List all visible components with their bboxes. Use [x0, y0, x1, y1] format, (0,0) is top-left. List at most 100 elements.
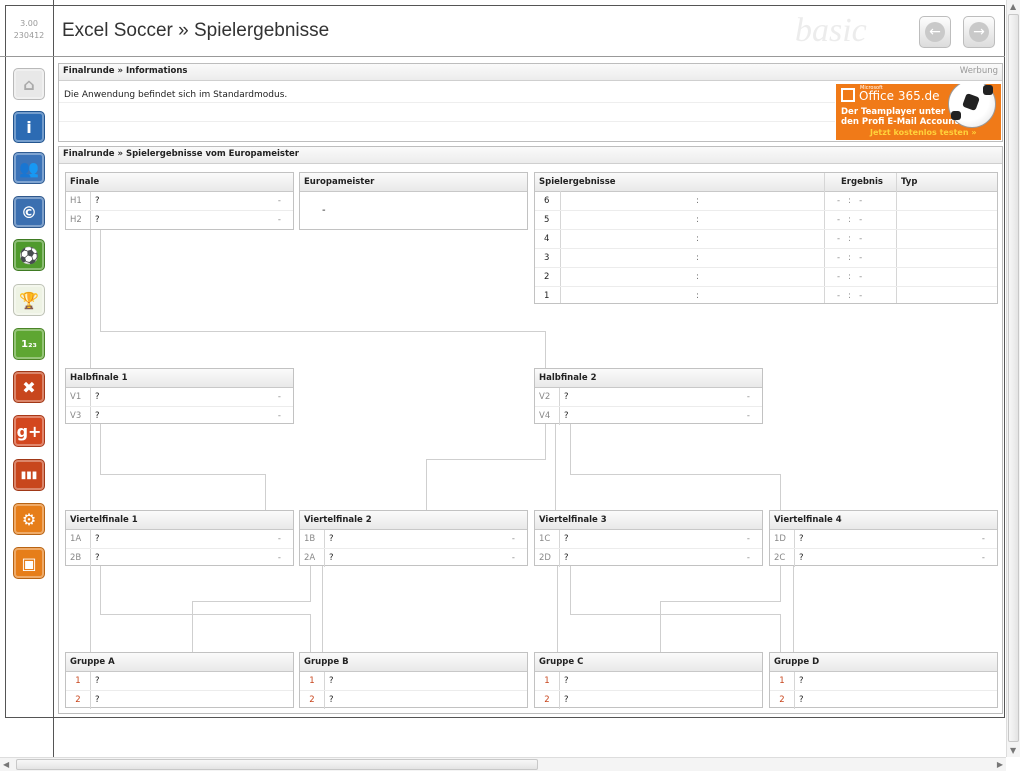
- finale-team-name[interactable]: ?: [95, 211, 100, 229]
- viertelfinale-3-score: -: [746, 553, 750, 563]
- google-plus-icon[interactable]: g+: [13, 415, 45, 447]
- viertelfinale-1-score: -: [277, 553, 281, 563]
- copyright-icon[interactable]: ©: [13, 196, 45, 228]
- connector-line: [265, 474, 266, 511]
- connector-line: [426, 459, 427, 511]
- trophy-icon[interactable]: 🏆: [13, 284, 45, 316]
- viertelfinale-3-title: Viertelfinale 3: [535, 511, 762, 530]
- connector-line: [660, 601, 661, 652]
- horizontal-scroll-thumb[interactable]: [16, 759, 538, 770]
- spielergebnisse-number: 2: [544, 272, 550, 282]
- gruppe-d-row: 1?: [770, 672, 997, 691]
- vertical-scrollbar[interactable]: ▲ ▼: [1006, 0, 1020, 757]
- ranking-icon[interactable]: 1₂₃: [13, 328, 45, 360]
- connector-line: [100, 474, 266, 475]
- info-line-1: [59, 102, 835, 103]
- viertelfinale-1-team-name[interactable]: ?: [95, 549, 100, 567]
- gruppe-a-title: Gruppe A: [66, 653, 293, 672]
- statistics-icon[interactable]: ▮▮▮: [13, 459, 45, 491]
- viertelfinale-2-team-name[interactable]: ?: [329, 549, 334, 567]
- spielergebnisse-result: - : -: [837, 291, 863, 301]
- connector-line: [100, 614, 310, 615]
- info-icon[interactable]: i: [13, 111, 45, 143]
- ad-line-1: Der Teamplayer unter: [841, 107, 946, 117]
- spielergebnisse-result: - : -: [837, 215, 863, 225]
- viertelfinale-4-row: 1D? -: [770, 530, 997, 549]
- gruppe-d-team-name[interactable]: ?: [799, 672, 804, 690]
- spielergebnisse-number: 6: [544, 196, 550, 206]
- connector-line: [100, 424, 101, 474]
- home-icon[interactable]: ⌂: [13, 68, 45, 100]
- back-button[interactable]: ←: [919, 16, 951, 48]
- finale-code: H1: [66, 192, 91, 210]
- viertelfinale-3-box: Viertelfinale 3 1C? - 2D? -: [534, 510, 763, 567]
- halbfinale-2-code: V2: [535, 388, 560, 406]
- connector-line: [100, 230, 101, 332]
- gruppe-d-row: 2?: [770, 691, 997, 709]
- finale-team-name[interactable]: ?: [95, 192, 100, 210]
- connector-line: [780, 474, 781, 511]
- edition-watermark: basic: [795, 12, 867, 49]
- halbfinale-1-team-name[interactable]: ?: [95, 388, 100, 406]
- settings-gear-icon[interactable]: ⚙: [13, 503, 45, 535]
- gruppe-b-code: 1: [300, 672, 325, 690]
- ad-cta[interactable]: Jetzt kostenlos testen »: [870, 128, 977, 137]
- gruppe-b-team-name[interactable]: ?: [329, 672, 334, 690]
- viertelfinale-4-row: 2C? -: [770, 549, 997, 567]
- gruppe-a-team-name[interactable]: ?: [95, 672, 100, 690]
- halbfinale-2-code: V4: [535, 407, 560, 425]
- scroll-down-icon[interactable]: ▼: [1010, 746, 1016, 755]
- forward-button[interactable]: →: [963, 16, 995, 48]
- halbfinale-1-title: Halbfinale 1: [66, 369, 293, 388]
- gruppe-c-team-name[interactable]: ?: [564, 691, 569, 709]
- viertelfinale-2-row: 2A? -: [300, 549, 527, 567]
- connector-line: [570, 614, 780, 615]
- header-divider: [0, 56, 1005, 57]
- office-logo-icon: [841, 88, 855, 102]
- save-icon[interactable]: ▣: [13, 547, 45, 579]
- viertelfinale-3-team-name[interactable]: ?: [564, 549, 569, 567]
- scroll-up-icon[interactable]: ▲: [1010, 2, 1016, 11]
- connector-line: [100, 331, 546, 332]
- gruppe-c-team-name[interactable]: ?: [564, 672, 569, 690]
- connector-line: [545, 331, 546, 369]
- viertelfinale-4-score: -: [981, 534, 985, 544]
- viertelfinale-1-score: -: [277, 534, 281, 544]
- connector-line: [555, 424, 556, 510]
- halbfinale-2-team-name[interactable]: ?: [564, 407, 569, 425]
- tools-icon[interactable]: ✖: [13, 371, 45, 403]
- gruppe-c-box: Gruppe C 1? 2?: [534, 652, 763, 709]
- vertical-scroll-thumb[interactable]: [1008, 14, 1019, 742]
- scroll-right-icon[interactable]: ▶: [997, 760, 1003, 769]
- europameister-value: -: [322, 205, 326, 216]
- halbfinale-2-team-name[interactable]: ?: [564, 388, 569, 406]
- scroll-left-icon[interactable]: ◀: [3, 760, 9, 769]
- viertelfinale-2-team-name[interactable]: ?: [329, 530, 334, 548]
- gruppe-d-code: 2: [770, 691, 795, 709]
- halbfinale-1-score: -: [277, 411, 281, 421]
- spielergebnisse-separator: :: [696, 196, 699, 206]
- connector-line: [90, 230, 91, 368]
- halbfinale-1-code: V1: [66, 388, 91, 406]
- connector-line: [570, 424, 571, 474]
- halbfinale-2-row: V4? -: [535, 407, 762, 425]
- soccer-ball-icon[interactable]: ⚽: [13, 239, 45, 271]
- horizontal-scrollbar[interactable]: ◀ ▶: [0, 757, 1006, 771]
- viertelfinale-4-team-name[interactable]: ?: [799, 549, 804, 567]
- arrow-left-icon: ←: [925, 22, 945, 42]
- users-icon[interactable]: 👥: [13, 152, 45, 184]
- info-panel: Finalrunde » Informations Werbung Die An…: [58, 63, 1003, 142]
- gruppe-d-team-name[interactable]: ?: [799, 691, 804, 709]
- connector-line: [90, 566, 91, 652]
- viertelfinale-3-team-name[interactable]: ?: [564, 530, 569, 548]
- spielergebnisse-number: 5: [544, 215, 550, 225]
- halbfinale-1-team-name[interactable]: ?: [95, 407, 100, 425]
- viertelfinale-2-score: -: [511, 534, 515, 544]
- ad-banner[interactable]: Microsoft Office 365.de Der Teamplayer u…: [836, 84, 1001, 140]
- viertelfinale-4-team-name[interactable]: ?: [799, 530, 804, 548]
- viertelfinale-1-title: Viertelfinale 1: [66, 511, 293, 530]
- gruppe-b-team-name[interactable]: ?: [329, 691, 334, 709]
- viertelfinale-1-team-name[interactable]: ?: [95, 530, 100, 548]
- gruppe-a-team-name[interactable]: ?: [95, 691, 100, 709]
- soccer-ball-ad-icon: [948, 84, 996, 128]
